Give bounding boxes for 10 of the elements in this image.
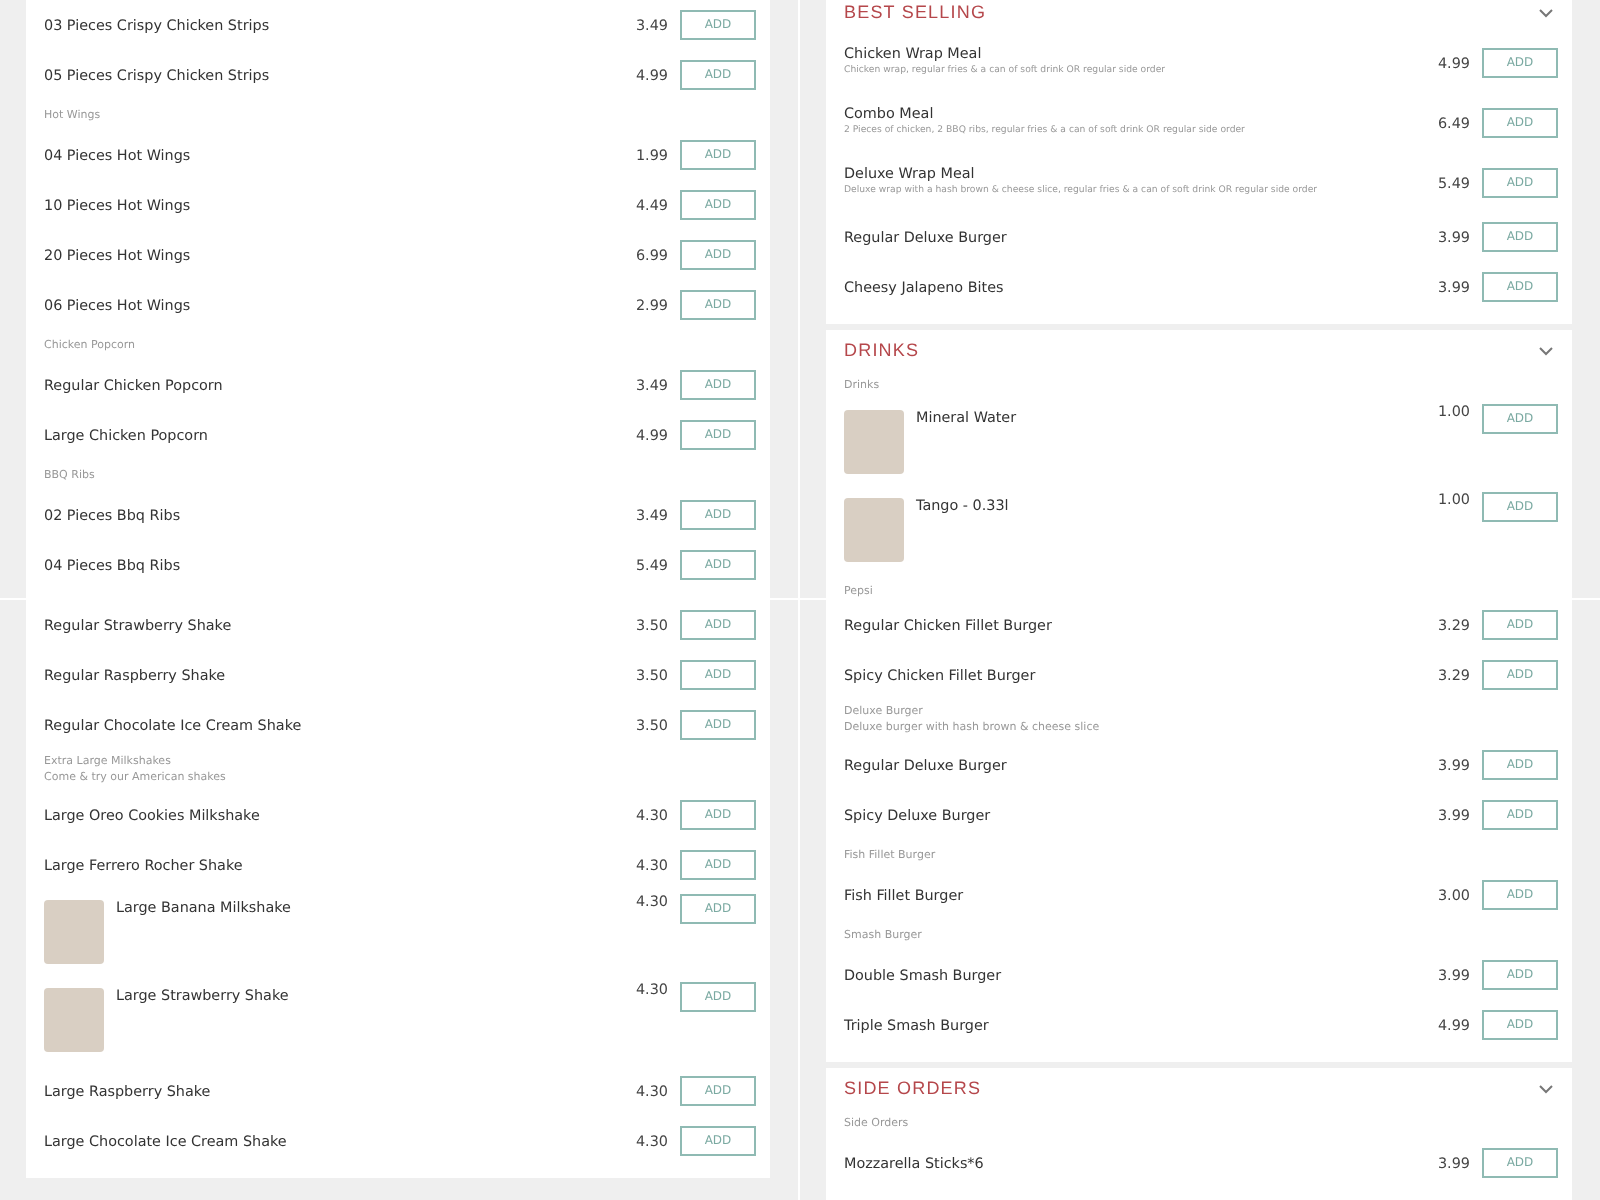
section-title: BEST SELLING: [844, 2, 987, 22]
photo-placeholder: [44, 900, 104, 964]
chevron-down-icon[interactable]: [1538, 345, 1554, 355]
chevron-down-icon[interactable]: [1538, 1083, 1554, 1093]
section-title: SIDE ORDERS: [844, 1078, 982, 1098]
chevron-down-icon[interactable]: [1538, 7, 1554, 17]
photo-placeholder: [844, 498, 904, 562]
photo-placeholder: [44, 988, 104, 1052]
section-title: DRINKS: [844, 340, 920, 360]
photo-placeholder: [844, 410, 904, 474]
